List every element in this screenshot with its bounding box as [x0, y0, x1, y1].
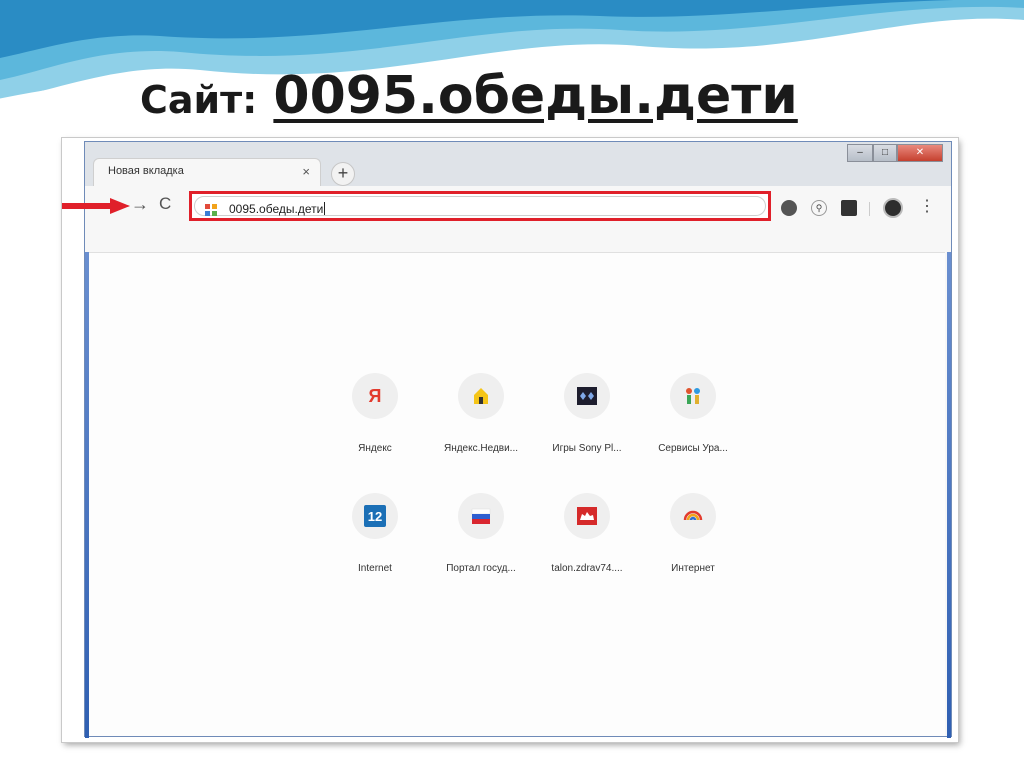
shortcut-label: Игры Sony Pl... — [552, 443, 622, 454]
tab-new-tab[interactable]: Новая вкладка × — [93, 158, 321, 186]
new-tab-page: Я Яндекс Яндекс.Недви... Игры Sony Pl...… — [89, 252, 945, 736]
window-frame-right — [947, 252, 951, 738]
minimize-button[interactable]: – — [847, 144, 873, 162]
internet-12-icon: 12 — [364, 505, 386, 527]
shortcut-internet-ru[interactable]: Интернет — [643, 493, 743, 574]
shortcut-icon-bg: Я — [352, 373, 398, 419]
yandex-icon: Я — [368, 385, 382, 406]
shortcut-icon-bg: 12 — [352, 493, 398, 539]
shortcut-sony-games[interactable]: Игры Sony Pl... — [537, 373, 637, 454]
camel-icon — [577, 507, 597, 525]
yandex-realty-icon — [474, 388, 488, 404]
shortcut-label: Интернет — [671, 563, 715, 574]
shortcut-label: Internet — [358, 563, 392, 574]
menu-dots-icon[interactable]: ⋮ — [919, 196, 935, 216]
shortcut-icon-bg — [458, 373, 504, 419]
sony-games-icon — [577, 387, 597, 405]
title-bar: Новая вкладка × + – □ ✕ — [85, 142, 951, 186]
profile-avatar[interactable] — [883, 198, 903, 218]
new-tab-button[interactable]: + — [331, 162, 355, 186]
shortcut-label: Сервисы Ура... — [658, 443, 728, 454]
extension-edit-icon[interactable] — [781, 200, 797, 216]
shortcut-gosuslugi[interactable]: Портал госуд... — [431, 493, 531, 574]
shortcut-yandex-realty[interactable]: Яндекс.Недви... — [431, 373, 531, 454]
shortcut-services[interactable]: Сервисы Ура... — [643, 373, 743, 454]
extension-box-icon[interactable] — [841, 200, 857, 216]
forward-arrow-icon[interactable]: → — [131, 194, 149, 215]
shortcut-icon-bg — [458, 493, 504, 539]
shortcut-label: talon.zdrav74.... — [551, 563, 623, 574]
slide-title-label: Сайт: — [140, 78, 258, 122]
shortcut-label: Портал госуд... — [446, 563, 516, 574]
red-pointer-arrow-icon — [62, 198, 130, 214]
russia-flag-icon — [471, 508, 491, 524]
address-bar-input[interactable]: 0095.обеды.дети — [229, 202, 326, 216]
text-cursor — [324, 202, 326, 215]
reload-icon[interactable]: C — [159, 194, 171, 214]
tab-title: Новая вкладка — [108, 165, 184, 177]
shortcut-yandex[interactable]: Я Яндекс — [325, 373, 425, 454]
site-favicon-icon — [205, 204, 217, 216]
shortcut-talon[interactable]: talon.zdrav74.... — [537, 493, 637, 574]
shortcut-label: Яндекс — [358, 443, 392, 454]
close-window-button[interactable]: ✕ — [897, 144, 943, 162]
slide-title-site: 0095.обеды.дети — [273, 66, 798, 126]
toolbar-divider — [869, 202, 870, 216]
maximize-button[interactable]: □ — [873, 144, 897, 162]
tab-close-icon[interactable]: × — [302, 164, 310, 179]
address-bar[interactable]: 0095.обеды.дети — [189, 191, 771, 221]
shortcut-icon-bg — [564, 373, 610, 419]
shortcut-label: Яндекс.Недви... — [443, 443, 519, 454]
rainbow-icon — [683, 510, 703, 521]
extension-search-icon[interactable]: ⚲ — [811, 200, 827, 216]
shortcut-icon-bg — [564, 493, 610, 539]
browser-toolbar: → C 0095.обеды.дети ⚲ ⋮ — [85, 186, 951, 226]
browser-screenshot: Новая вкладка × + – □ ✕ → C 0095.обеды.д… — [62, 138, 958, 742]
address-bar-value: 0095.обеды.дети — [229, 202, 324, 216]
slide-title: Сайт: 0095.обеды.дети — [140, 66, 798, 126]
shortcut-icon-bg — [670, 373, 716, 419]
browser-window: Новая вкладка × + – □ ✕ → C 0095.обеды.д… — [84, 141, 952, 738]
address-bar-field: 0095.обеды.дети — [194, 196, 766, 216]
shortcut-icon-bg — [670, 493, 716, 539]
shortcut-internet[interactable]: 12 Internet — [325, 493, 425, 574]
services-icon — [686, 388, 700, 404]
